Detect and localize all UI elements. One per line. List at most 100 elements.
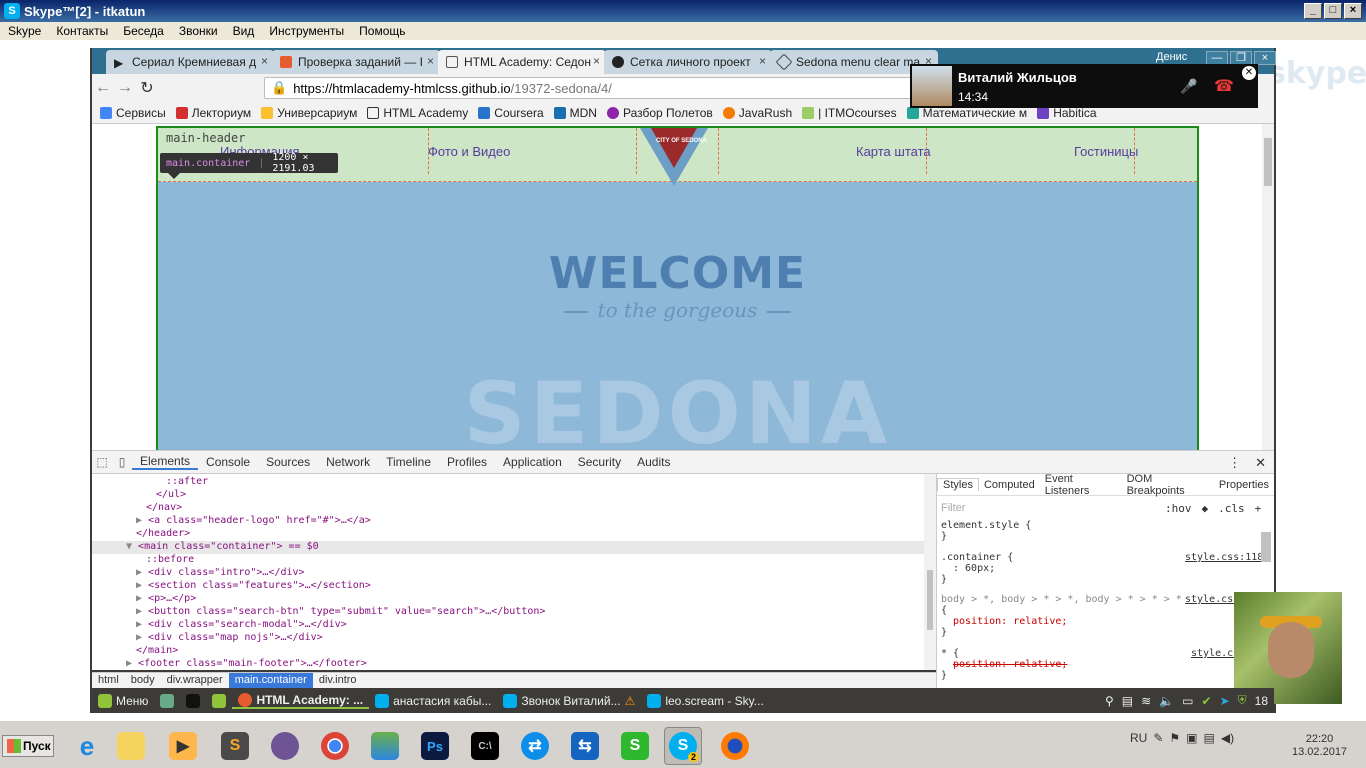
reload-icon[interactable]: ↻ bbox=[136, 78, 158, 98]
close-icon[interactable]: × bbox=[261, 54, 268, 68]
device-icon[interactable]: ▯ bbox=[112, 455, 132, 469]
wifi-icon[interactable]: ≋ bbox=[1141, 694, 1151, 708]
battery-icon[interactable]: ▭ bbox=[1182, 694, 1193, 708]
skype-launcher[interactable]: S2 bbox=[664, 727, 702, 765]
inspect-icon[interactable]: ⬚ bbox=[92, 455, 112, 469]
rule-source-link[interactable]: style.css bbox=[1185, 594, 1239, 605]
url-bar[interactable]: 🔒 https://htmlacademy-htmlcss.github.io … bbox=[264, 77, 1002, 99]
styles-filter-input[interactable]: Filter bbox=[941, 502, 965, 514]
teamviewer-launcher[interactable]: ⇄ bbox=[516, 727, 554, 765]
flag-icon[interactable]: ▤ bbox=[1122, 694, 1133, 708]
nav-state-map[interactable]: Карта штата bbox=[856, 144, 931, 159]
expand-icon[interactable]: ▶ bbox=[136, 515, 148, 526]
chrome-minimize-button[interactable]: — bbox=[1206, 51, 1228, 65]
network-launcher[interactable]: ⇆ bbox=[566, 727, 604, 765]
shield-icon[interactable]: ⛨ bbox=[1238, 693, 1247, 708]
bookmark-javarush[interactable]: JavaRush bbox=[722, 106, 792, 120]
dom-node[interactable]: ▶ <div class="search-modal">…</div> bbox=[136, 619, 347, 632]
dom-node[interactable]: ▶ <button class="search-btn" type="submi… bbox=[136, 606, 545, 619]
menu-tools[interactable]: Инструменты bbox=[261, 24, 351, 38]
linux-menu-button[interactable]: Меню bbox=[92, 693, 154, 708]
device-icon[interactable]: ▣ bbox=[1186, 731, 1197, 745]
window-call[interactable]: Звонок Виталий... ⚠ bbox=[497, 693, 641, 708]
language-indicator[interactable]: RU bbox=[1130, 731, 1147, 745]
page-scrollbar[interactable] bbox=[1262, 124, 1274, 450]
chrome-launcher[interactable] bbox=[316, 727, 354, 765]
media-launcher[interactable]: ▶ bbox=[164, 727, 202, 765]
scroll-thumb[interactable] bbox=[1264, 138, 1272, 186]
bookmark-html-academy[interactable]: HTML Academy bbox=[367, 106, 468, 120]
bookmark-itmo[interactable]: | ITMOcourses bbox=[802, 106, 897, 120]
tab-properties[interactable]: Properties bbox=[1214, 479, 1274, 491]
tab-silicon-valley[interactable]: ▶ Сериал Кремниевая д × bbox=[106, 50, 274, 74]
github-desktop-launcher[interactable] bbox=[266, 727, 304, 765]
dom-node[interactable]: ::before bbox=[146, 554, 194, 567]
collapse-icon[interactable]: ▼ bbox=[126, 541, 138, 552]
dom-node[interactable]: </header> bbox=[136, 528, 190, 541]
explorer-launcher[interactable] bbox=[112, 727, 150, 765]
cls-toggle[interactable]: .cls bbox=[1218, 502, 1245, 515]
microphone-icon[interactable]: 🎤 bbox=[1180, 78, 1197, 95]
dom-node[interactable]: ▶ <p>…</p> bbox=[136, 593, 196, 606]
expand-icon[interactable]: ▶ bbox=[136, 567, 148, 578]
bookmark-lectorium[interactable]: Лекториум bbox=[175, 106, 251, 120]
dom-node[interactable]: ::after bbox=[166, 476, 208, 489]
tab-styles[interactable]: Styles bbox=[937, 478, 979, 491]
bookmark-universarium[interactable]: Универсариум bbox=[261, 106, 357, 120]
bookmark-services[interactable]: Сервисы bbox=[100, 106, 166, 120]
styles-scrollbar[interactable] bbox=[1261, 532, 1271, 562]
window-html-academy[interactable]: HTML Academy: ... bbox=[232, 692, 370, 709]
scroll-thumb[interactable] bbox=[927, 570, 933, 630]
dom-node[interactable]: ▶ <a class="header-logo" href="#">…</a> bbox=[136, 515, 371, 528]
nav-hotels[interactable]: Гостиницы bbox=[1074, 144, 1138, 159]
dom-node[interactable]: ▶ <div class="map nojs">…</div> bbox=[136, 632, 323, 645]
back-icon[interactable]: ← bbox=[92, 79, 114, 97]
close-icon[interactable]: × bbox=[593, 54, 600, 68]
minimize-button[interactable]: _ bbox=[1304, 3, 1322, 19]
rule-property[interactable]: position: relative; bbox=[941, 616, 1261, 627]
cmd-launcher[interactable]: C:\ bbox=[466, 727, 504, 765]
dom-node[interactable]: ▶ <footer class="main-footer">…</footer> bbox=[126, 658, 367, 670]
nav-photo-video[interactable]: Фото и Видео bbox=[428, 144, 510, 159]
tab-security[interactable]: Security bbox=[570, 455, 629, 469]
expand-icon[interactable]: ▶ bbox=[136, 593, 148, 604]
tab-computed[interactable]: Computed bbox=[979, 479, 1040, 491]
bookmark-razbor[interactable]: Разбор Полетов bbox=[606, 106, 713, 120]
dom-node[interactable]: </main> bbox=[136, 645, 178, 658]
rule-property-overridden[interactable]: position: relative; bbox=[941, 659, 1261, 670]
dom-node[interactable]: ▶ <div class="intro">…</div> bbox=[136, 567, 305, 580]
menu-calls[interactable]: Звонки bbox=[171, 24, 225, 38]
bookmark-coursera[interactable]: Coursera bbox=[478, 106, 544, 120]
close-button[interactable]: × bbox=[1344, 3, 1362, 19]
user-icon[interactable]: ⚲ bbox=[1105, 694, 1114, 708]
tab-html-academy[interactable]: HTML Academy: Седон × bbox=[438, 50, 606, 74]
maximize-button[interactable]: □ bbox=[1324, 3, 1342, 19]
dom-node[interactable]: ▶ <section class="features">…</section> bbox=[136, 580, 371, 593]
dom-node[interactable]: </ul> bbox=[156, 489, 186, 502]
menu-conversation[interactable]: Беседа bbox=[115, 24, 171, 38]
pen-icon[interactable]: ✎ bbox=[1153, 731, 1163, 745]
window-anastasia[interactable]: анастасия кабы... bbox=[369, 693, 497, 708]
files-launcher[interactable] bbox=[206, 693, 232, 708]
terminal-launcher[interactable] bbox=[180, 693, 206, 708]
tab-github[interactable]: Сетка личного проект × bbox=[604, 50, 772, 74]
tab-profiles[interactable]: Profiles bbox=[439, 455, 495, 469]
tab-console[interactable]: Console bbox=[198, 455, 258, 469]
menu-contacts[interactable]: Контакты bbox=[48, 24, 115, 38]
hov-toggle[interactable]: :hov bbox=[1165, 502, 1192, 515]
crumb-main-container[interactable]: main.container bbox=[228, 673, 313, 688]
profile-name[interactable]: Денис bbox=[1156, 51, 1187, 63]
close-icon[interactable]: × bbox=[759, 54, 766, 68]
rule-source-link[interactable]: style.cs bbox=[1191, 648, 1239, 659]
tab-application[interactable]: Application bbox=[495, 455, 570, 469]
add-rule-icon[interactable]: + bbox=[1255, 502, 1262, 515]
crumb-intro[interactable]: div.intro bbox=[313, 673, 363, 688]
rule-source-link[interactable]: style.css:118 bbox=[1185, 552, 1263, 563]
tab-network[interactable]: Network bbox=[318, 455, 378, 469]
volume-icon[interactable]: 🔈 bbox=[1159, 694, 1174, 708]
ie-launcher[interactable]: e bbox=[68, 727, 106, 765]
volume-icon[interactable]: ◀) bbox=[1221, 731, 1234, 745]
tab-review[interactable]: Проверка заданий — I × bbox=[272, 50, 440, 74]
hang-up-icon[interactable]: ☎ bbox=[1214, 76, 1234, 96]
photoshop-launcher[interactable]: Ps bbox=[416, 727, 454, 765]
